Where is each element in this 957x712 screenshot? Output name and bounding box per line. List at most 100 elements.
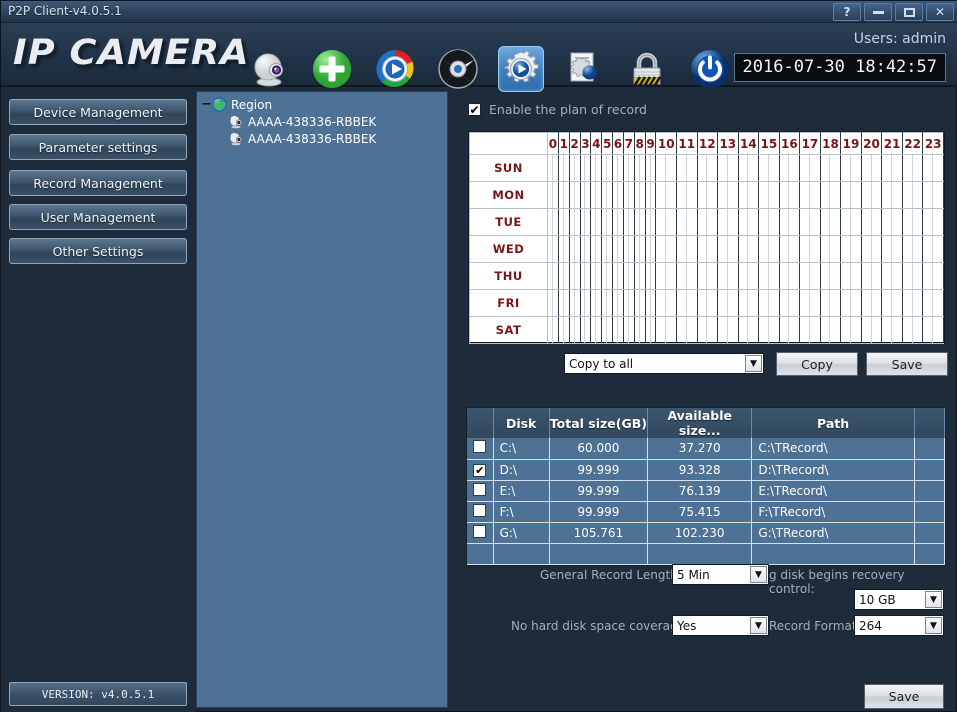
schedule-hour-cell[interactable] xyxy=(579,262,592,290)
tree-node-device[interactable]: AAAA-438336-RBBEK xyxy=(228,113,447,130)
schedule-hour-cell[interactable] xyxy=(547,235,559,263)
sidebar-item-record-management[interactable]: Record Management xyxy=(9,170,187,196)
schedule-hour-cell[interactable] xyxy=(901,154,924,182)
record-length-select[interactable]: 5 Min ▼ xyxy=(672,564,769,585)
schedule-hour-cell[interactable] xyxy=(778,208,801,236)
schedule-hour-cell[interactable] xyxy=(557,235,570,263)
schedule-hour-cell[interactable] xyxy=(612,181,624,209)
schedule-hour-cell[interactable] xyxy=(557,316,570,344)
schedule-hour-cell[interactable] xyxy=(778,316,801,344)
schedule-hour-cell[interactable] xyxy=(547,181,559,209)
schedule-hour-cell[interactable] xyxy=(622,208,635,236)
schedule-hour-cell[interactable] xyxy=(590,208,603,236)
sidebar-item-parameter-settings[interactable]: Parameter settings xyxy=(9,134,187,160)
schedule-hour-cell[interactable] xyxy=(717,289,739,317)
schedule-hour-cell[interactable] xyxy=(579,181,592,209)
version-button[interactable]: VERSION: v4.0.5.1 xyxy=(9,682,187,706)
schedule-hour-cell[interactable] xyxy=(644,208,657,236)
schedule-hour-cell[interactable] xyxy=(644,235,657,263)
schedule-hour-cell[interactable] xyxy=(922,154,944,182)
schedule-hour-cell[interactable] xyxy=(696,289,719,317)
schedule-hour-cell[interactable] xyxy=(655,208,677,236)
schedule-hour-cell[interactable] xyxy=(644,316,657,344)
schedule-hour-cell[interactable] xyxy=(840,181,862,209)
schedule-hour-cell[interactable] xyxy=(881,235,903,263)
schedule-hour-cell[interactable] xyxy=(901,262,924,290)
schedule-hour-cell[interactable] xyxy=(655,289,677,317)
schedule-hour-cell[interactable] xyxy=(568,316,581,344)
schedule-hour-cell[interactable] xyxy=(860,181,883,209)
disk-row-checkbox[interactable] xyxy=(473,482,487,496)
schedule-hour-cell[interactable] xyxy=(901,181,924,209)
schedule-hour-cell[interactable] xyxy=(601,289,614,317)
schedule-hour-cell[interactable] xyxy=(881,181,903,209)
schedule-hour-cell[interactable] xyxy=(675,235,698,263)
schedule-hour-cell[interactable] xyxy=(612,154,624,182)
schedule-hour-cell[interactable] xyxy=(922,289,944,317)
schedule-hour-cell[interactable] xyxy=(579,235,592,263)
table-row[interactable]: ✔ D:\ 99.999 93.328 D:\TRecord\ xyxy=(467,459,946,481)
close-button[interactable]: ✕ xyxy=(926,3,954,21)
schedule-hour-cell[interactable] xyxy=(601,208,614,236)
schedule-hour-cell[interactable] xyxy=(612,262,624,290)
tree-node-region[interactable]: − Region xyxy=(201,96,447,113)
schedule-hour-cell[interactable] xyxy=(612,289,624,317)
chevron-down-icon[interactable]: ▼ xyxy=(925,617,942,634)
schedule-hour-cell[interactable] xyxy=(737,154,760,182)
schedule-hour-cell[interactable] xyxy=(547,154,559,182)
schedule-hour-cell[interactable] xyxy=(557,181,570,209)
settings-gear-icon[interactable] xyxy=(498,46,544,92)
recovery-size-select[interactable]: 10 GB ▼ xyxy=(854,589,944,610)
schedule-hour-cell[interactable] xyxy=(633,316,646,344)
schedule-hour-cell[interactable] xyxy=(633,181,646,209)
schedule-hour-cell[interactable] xyxy=(601,235,614,263)
camera-icon[interactable] xyxy=(246,46,292,92)
schedule-hour-cell[interactable] xyxy=(840,208,862,236)
schedule-hour-cell[interactable] xyxy=(612,316,624,344)
schedule-hour-cell[interactable] xyxy=(901,289,924,317)
schedule-hour-cell[interactable] xyxy=(568,289,581,317)
schedule-hour-cell[interactable] xyxy=(819,181,842,209)
schedule-hour-cell[interactable] xyxy=(758,154,780,182)
schedule-hour-cell[interactable] xyxy=(901,316,924,344)
schedule-hour-cell[interactable] xyxy=(696,181,719,209)
disk-row-checkbox-cell[interactable]: ✔ xyxy=(467,459,494,481)
schedule-hour-cell[interactable] xyxy=(737,235,760,263)
ptz-wheel-icon[interactable] xyxy=(435,46,481,92)
schedule-hour-cell[interactable] xyxy=(799,208,821,236)
sidebar-item-user-management[interactable]: User Management xyxy=(9,204,187,230)
schedule-hour-cell[interactable] xyxy=(799,316,821,344)
table-row[interactable]: F:\ 99.999 75.415 F:\TRecord\ xyxy=(467,501,946,523)
play-icon[interactable] xyxy=(372,46,418,92)
schedule-hour-cell[interactable] xyxy=(612,235,624,263)
help-button[interactable]: ? xyxy=(833,3,861,21)
schedule-hour-cell[interactable] xyxy=(568,181,581,209)
schedule-hour-cell[interactable] xyxy=(579,154,592,182)
schedule-hour-cell[interactable] xyxy=(696,262,719,290)
schedule-hour-cell[interactable] xyxy=(590,235,603,263)
lock-icon[interactable] xyxy=(624,46,670,92)
schedule-hour-cell[interactable] xyxy=(717,262,739,290)
schedule-hour-cell[interactable] xyxy=(819,235,842,263)
schedule-hour-cell[interactable] xyxy=(622,262,635,290)
schedule-hour-cell[interactable] xyxy=(644,262,657,290)
schedule-hour-cell[interactable] xyxy=(758,262,780,290)
save-settings-button[interactable]: Save xyxy=(864,684,944,709)
schedule-hour-cell[interactable] xyxy=(840,235,862,263)
schedule-hour-cell[interactable] xyxy=(840,154,862,182)
schedule-hour-cell[interactable] xyxy=(799,235,821,263)
disk-row-checkbox-cell[interactable] xyxy=(467,501,494,523)
schedule-hour-cell[interactable] xyxy=(717,316,739,344)
schedule-hour-cell[interactable] xyxy=(840,262,862,290)
schedule-hour-cell[interactable] xyxy=(860,154,883,182)
sidebar-item-device-management[interactable]: Device Management xyxy=(9,99,187,125)
schedule-hour-cell[interactable] xyxy=(778,289,801,317)
save-schedule-button[interactable]: Save xyxy=(866,352,948,376)
schedule-hour-cell[interactable] xyxy=(675,208,698,236)
schedule-hour-cell[interactable] xyxy=(696,235,719,263)
schedule-hour-cell[interactable] xyxy=(644,154,657,182)
disk-row-checkbox[interactable]: ✔ xyxy=(473,463,487,477)
chevron-down-icon[interactable]: ▼ xyxy=(925,591,942,608)
disk-row-checkbox[interactable] xyxy=(473,524,487,538)
schedule-hour-cell[interactable] xyxy=(675,154,698,182)
